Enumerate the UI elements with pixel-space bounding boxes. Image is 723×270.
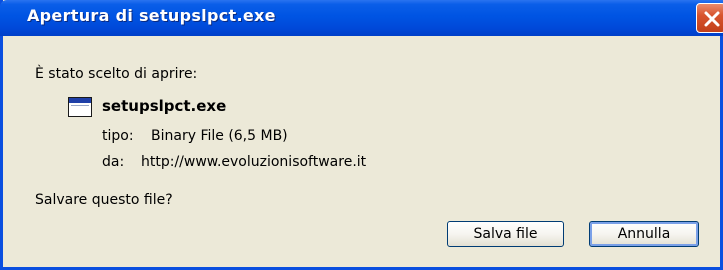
file-type-label: tipo: — [102, 128, 134, 144]
close-button[interactable] — [696, 3, 723, 33]
file-source-label: da: — [102, 154, 125, 170]
dialog-body: È stato scelto di aprire: setupslpct.exe… — [3, 36, 723, 267]
save-question-text: Salvare questo file? — [35, 192, 173, 208]
executable-window-icon — [68, 97, 92, 117]
close-icon — [704, 11, 720, 27]
window-title: Apertura di setupslpct.exe — [27, 6, 276, 25]
save-file-button[interactable]: Salva file — [447, 221, 564, 247]
download-dialog-window: Apertura di setupslpct.exe È stato scelt… — [0, 0, 723, 270]
file-name: setupslpct.exe — [102, 97, 227, 115]
file-source-value: http://www.evoluzionisoftware.it — [141, 154, 367, 170]
cancel-button[interactable]: Annulla — [589, 221, 699, 247]
open-prompt-text: È stato scelto di aprire: — [35, 66, 198, 82]
title-bar[interactable]: Apertura di setupslpct.exe — [0, 0, 723, 36]
file-type-value: Binary File (6,5 MB) — [151, 128, 288, 144]
